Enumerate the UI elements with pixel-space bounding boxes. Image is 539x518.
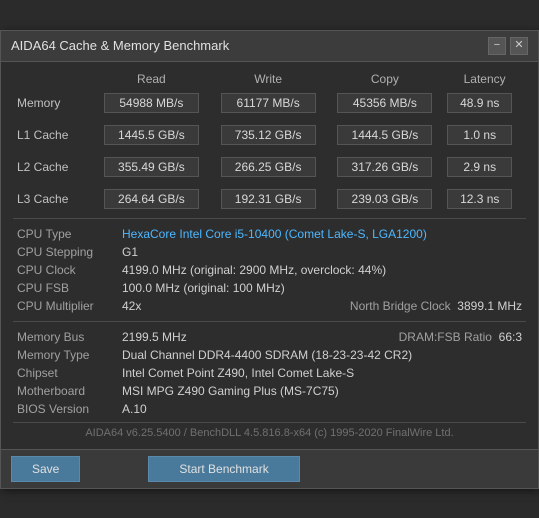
bench-read-cell: 1445.5 GB/s (93, 122, 210, 148)
dram-fsb-label: DRAM:FSB Ratio (399, 330, 492, 344)
bench-latency-cell: 12.3 ns (443, 186, 526, 212)
footer-text: AIDA64 v6.25.5400 / BenchDLL 4.5.816.8-x… (13, 422, 526, 445)
cpu-stepping-value: G1 (118, 243, 526, 261)
table-row: Memory 54988 MB/s 61177 MB/s 45356 MB/s … (13, 90, 526, 116)
bench-row-label: L2 Cache (13, 154, 93, 180)
dram-fsb-value: 66:3 (499, 330, 522, 344)
button-bar: Save Start Benchmark (1, 449, 538, 488)
cpu-type-value: HexaCore Intel Core i5-10400 (Comet Lake… (118, 225, 526, 243)
col-header-read: Read (93, 70, 210, 90)
bios-value: A.10 (118, 400, 526, 418)
north-bridge-value: 3899.1 MHz (457, 299, 522, 313)
cpu-clock-label: CPU Clock (13, 261, 118, 279)
table-row: L2 Cache 355.49 GB/s 266.25 GB/s 317.26 … (13, 154, 526, 180)
cpu-fsb-label: CPU FSB (13, 279, 118, 297)
bench-row-label: Memory (13, 90, 93, 116)
col-header-label (13, 70, 93, 90)
bench-write-cell: 735.12 GB/s (210, 122, 327, 148)
north-bridge-label: North Bridge Clock (350, 299, 451, 313)
motherboard-label: Motherboard (13, 382, 118, 400)
cpu-type-row: CPU Type HexaCore Intel Core i5-10400 (C… (13, 225, 526, 243)
bench-copy-cell: 317.26 GB/s (327, 154, 444, 180)
divider-2 (13, 321, 526, 322)
bench-latency-cell: 2.9 ns (443, 154, 526, 180)
bench-write-cell: 192.31 GB/s (210, 186, 327, 212)
start-benchmark-button[interactable]: Start Benchmark (148, 456, 299, 482)
motherboard-value: MSI MPG Z490 Gaming Plus (MS-7C75) (118, 382, 526, 400)
bench-copy-cell: 239.03 GB/s (327, 186, 444, 212)
memory-bus-label: Memory Bus (13, 328, 118, 346)
cpu-info-table: CPU Type HexaCore Intel Core i5-10400 (C… (13, 225, 526, 315)
bench-copy-cell: 1444.5 GB/s (327, 122, 444, 148)
close-button[interactable]: ✕ (510, 37, 528, 55)
bench-latency-cell: 1.0 ns (443, 122, 526, 148)
cpu-multiplier-row: CPU Multiplier 42x North Bridge Clock 38… (13, 297, 526, 315)
bench-read-cell: 264.64 GB/s (93, 186, 210, 212)
content-area: Read Write Copy Latency Memory 54988 MB/… (1, 62, 538, 449)
memory-info-table: Memory Bus 2199.5 MHz DRAM:FSB Ratio 66:… (13, 328, 526, 418)
cpu-fsb-value: 100.0 MHz (original: 100 MHz) (118, 279, 526, 297)
cpu-multiplier-value: 42x (118, 297, 172, 315)
memory-bus-value: 2199.5 MHz (118, 328, 263, 346)
col-header-latency: Latency (443, 70, 526, 90)
col-header-copy: Copy (327, 70, 444, 90)
bios-row: BIOS Version A.10 (13, 400, 526, 418)
cpu-stepping-label: CPU Stepping (13, 243, 118, 261)
chipset-row: Chipset Intel Comet Point Z490, Intel Co… (13, 364, 526, 382)
bench-write-cell: 266.25 GB/s (210, 154, 327, 180)
cpu-fsb-row: CPU FSB 100.0 MHz (original: 100 MHz) (13, 279, 526, 297)
chipset-value: Intel Comet Point Z490, Intel Comet Lake… (118, 364, 526, 382)
bench-copy-cell: 45356 MB/s (327, 90, 444, 116)
motherboard-row: Motherboard MSI MPG Z490 Gaming Plus (MS… (13, 382, 526, 400)
bench-row-label: L1 Cache (13, 122, 93, 148)
window-controls: − ✕ (488, 37, 528, 55)
minimize-button[interactable]: − (488, 37, 506, 55)
cpu-type-label: CPU Type (13, 225, 118, 243)
cpu-clock-value: 4199.0 MHz (original: 2900 MHz, overcloc… (118, 261, 526, 279)
bench-read-cell: 54988 MB/s (93, 90, 210, 116)
main-window: AIDA64 Cache & Memory Benchmark − ✕ Read… (0, 30, 539, 489)
memory-type-row: Memory Type Dual Channel DDR4-4400 SDRAM… (13, 346, 526, 364)
memory-type-value: Dual Channel DDR4-4400 SDRAM (18-23-23-4… (118, 346, 526, 364)
save-button[interactable]: Save (11, 456, 80, 482)
col-header-write: Write (210, 70, 327, 90)
benchmark-table: Read Write Copy Latency Memory 54988 MB/… (13, 70, 526, 212)
bench-write-cell: 61177 MB/s (210, 90, 327, 116)
divider-1 (13, 218, 526, 219)
table-row: L3 Cache 264.64 GB/s 192.31 GB/s 239.03 … (13, 186, 526, 212)
table-row: L1 Cache 1445.5 GB/s 735.12 GB/s 1444.5 … (13, 122, 526, 148)
bench-row-label: L3 Cache (13, 186, 93, 212)
bios-label: BIOS Version (13, 400, 118, 418)
memory-type-label: Memory Type (13, 346, 118, 364)
bench-read-cell: 355.49 GB/s (93, 154, 210, 180)
title-bar: AIDA64 Cache & Memory Benchmark − ✕ (1, 31, 538, 62)
bench-latency-cell: 48.9 ns (443, 90, 526, 116)
window-title: AIDA64 Cache & Memory Benchmark (11, 38, 229, 53)
chipset-label: Chipset (13, 364, 118, 382)
memory-bus-row: Memory Bus 2199.5 MHz DRAM:FSB Ratio 66:… (13, 328, 526, 346)
cpu-multiplier-label: CPU Multiplier (13, 297, 118, 315)
cpu-clock-row: CPU Clock 4199.0 MHz (original: 2900 MHz… (13, 261, 526, 279)
cpu-stepping-row: CPU Stepping G1 (13, 243, 526, 261)
